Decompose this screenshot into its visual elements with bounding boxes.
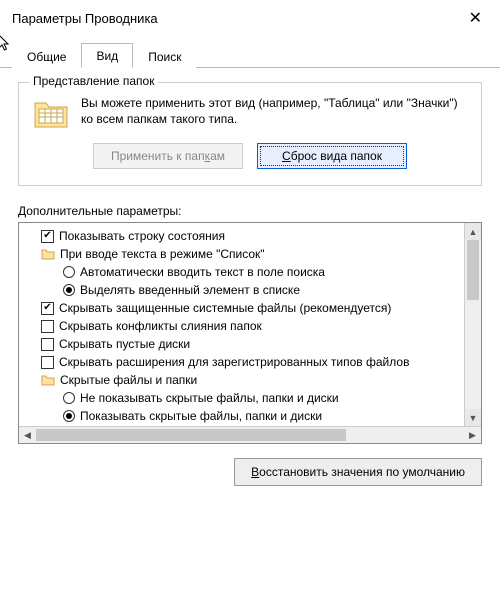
scroll-thumb-vertical[interactable]	[467, 240, 479, 300]
checkbox-icon[interactable]	[41, 338, 54, 351]
tree-item-label: Скрывать пустые диски	[59, 337, 190, 351]
vertical-scrollbar[interactable]: ▲ ▼	[464, 223, 481, 426]
tab-general[interactable]: Общие	[12, 44, 81, 68]
restore-defaults-button[interactable]: Восстановить значения по умолчанию	[234, 458, 482, 486]
tree-item[interactable]: Скрывать конфликты слияния папок	[21, 317, 462, 335]
checkbox-icon[interactable]	[41, 230, 54, 243]
tree-item: Скрытые файлы и папки	[21, 371, 462, 389]
horizontal-scrollbar[interactable]: ◀ ▶	[19, 426, 481, 443]
scroll-left-icon[interactable]: ◀	[19, 427, 36, 444]
tree-item-label: Скрывать конфликты слияния папок	[59, 319, 262, 333]
titlebar: Параметры Проводника ✕	[0, 0, 500, 34]
radio-icon[interactable]	[63, 392, 75, 404]
tree-item-label: Скрытые файлы и папки	[60, 373, 197, 387]
tree-item[interactable]: Показывать строку состояния	[21, 227, 462, 245]
scroll-up-icon[interactable]: ▲	[465, 223, 481, 240]
radio-icon[interactable]	[63, 284, 75, 296]
group-title: Представление папок	[29, 74, 158, 88]
tab-search[interactable]: Поиск	[133, 44, 196, 68]
folder-view-group: Представление папок Вы можете применить …	[18, 82, 482, 186]
reset-folder-view-button[interactable]: Сброс вида папок	[257, 143, 407, 169]
checkbox-icon[interactable]	[41, 356, 54, 369]
tree-item: При вводе текста в режиме "Список"	[21, 245, 462, 263]
checkbox-icon[interactable]	[41, 302, 54, 315]
apply-to-folders-button: Применить к папкам	[93, 143, 243, 169]
tree-item[interactable]: Автоматически вводить текст в поле поиск…	[21, 263, 462, 281]
scroll-down-icon[interactable]: ▼	[465, 409, 481, 426]
tree-item[interactable]: Скрывать расширения для зарегистрированн…	[21, 353, 462, 371]
checkbox-icon[interactable]	[41, 320, 54, 333]
tree-item-label: При вводе текста в режиме "Список"	[60, 247, 265, 261]
scroll-thumb-horizontal[interactable]	[36, 429, 346, 441]
tab-strip: Общие Вид Поиск	[0, 42, 500, 68]
tree-item-label: Показывать скрытые файлы, папки и диски	[80, 409, 322, 423]
tab-panel-view: Представление папок Вы можете применить …	[0, 68, 500, 500]
radio-icon[interactable]	[63, 410, 75, 422]
tab-view[interactable]: Вид	[81, 43, 133, 68]
tree-item-label: Скрывать защищенные системные файлы (рек…	[59, 301, 391, 315]
tree-item[interactable]: Выделять введенный элемент в списке	[21, 281, 462, 299]
window-title: Параметры Проводника	[12, 11, 158, 26]
tree-item[interactable]: Показывать скрытые файлы, папки и диски	[21, 407, 462, 425]
tree-item-label: Показывать строку состояния	[59, 229, 225, 243]
tree-item-label: Не показывать скрытые файлы, папки и дис…	[80, 391, 339, 405]
scroll-right-icon[interactable]: ▶	[464, 427, 481, 444]
tree-item-label: Автоматически вводить текст в поле поиск…	[80, 265, 325, 279]
tree-item[interactable]: Скрывать пустые диски	[21, 335, 462, 353]
group-text: Вы можете применить этот вид (например, …	[81, 95, 467, 127]
folder-icon	[33, 97, 69, 129]
tree-item-label: Скрывать расширения для зарегистрированн…	[59, 355, 409, 369]
radio-icon[interactable]	[63, 266, 75, 278]
advanced-settings-tree: Показывать строку состояния При вводе тек…	[18, 222, 482, 444]
tree-item[interactable]: Скрывать защищенные системные файлы (рек…	[21, 299, 462, 317]
tree-item[interactable]: Не показывать скрытые файлы, папки и дис…	[21, 389, 462, 407]
close-button[interactable]: ✕	[463, 8, 488, 28]
advanced-label: Дополнительные параметры:	[18, 204, 482, 218]
tree-item-label: Выделять введенный элемент в списке	[80, 283, 300, 297]
